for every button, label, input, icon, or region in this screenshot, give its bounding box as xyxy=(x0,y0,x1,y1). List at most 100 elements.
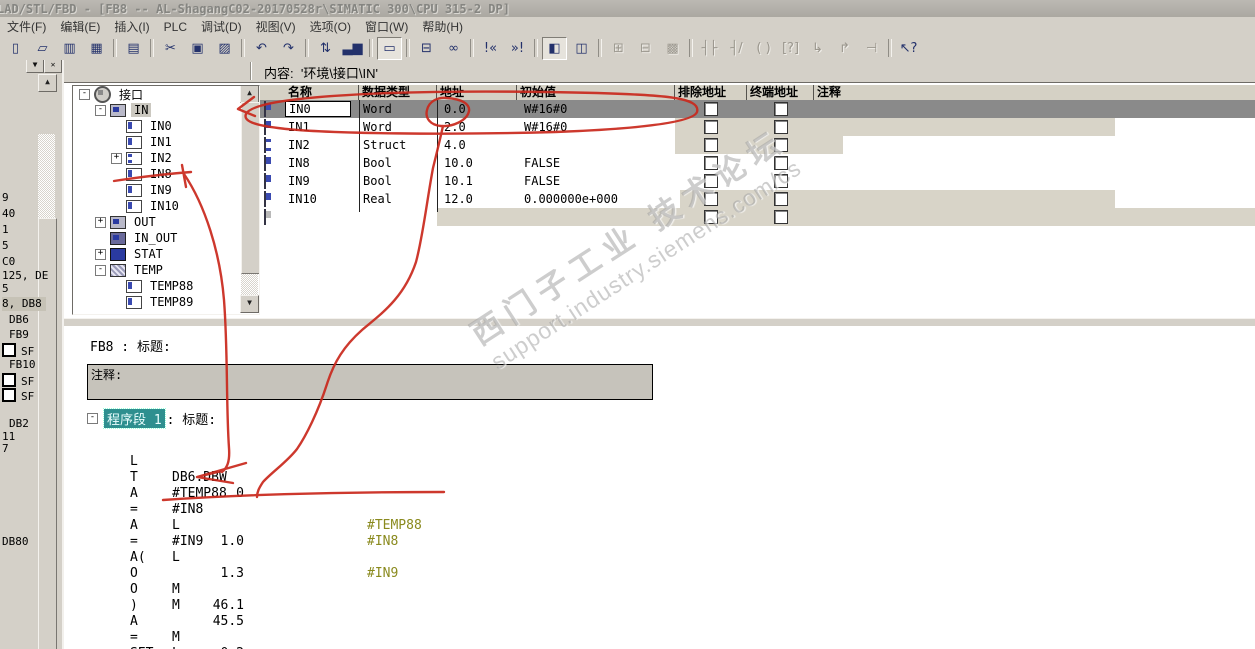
empty-box-icon[interactable]: [?] xyxy=(778,37,803,60)
cell-name[interactable]: IN1 xyxy=(285,118,359,136)
stl-code-line[interactable]: L DB6.DBW 0 xyxy=(64,438,1255,501)
menu-item[interactable]: 文件(F) xyxy=(0,17,53,36)
call-structure-icon[interactable]: ⇅ xyxy=(313,37,338,60)
stl-code-line[interactable]: A( xyxy=(64,534,1255,565)
terminal-address-checkbox[interactable] xyxy=(773,120,788,134)
menu-item[interactable]: 视图(V) xyxy=(249,17,303,36)
column-header-initial-value[interactable]: 初始值 xyxy=(517,85,675,100)
table-row[interactable]: IN2 Struct 4.0 xyxy=(260,136,1255,154)
declaration-table[interactable]: 名称 数据类型 地址 初始值 排除地址 终端地址 注释 IN0 Word 0.0 xyxy=(260,85,1255,311)
tree-expander-icon[interactable]: + xyxy=(95,248,106,260)
symbolic-representation-icon[interactable]: ▭ xyxy=(377,36,402,60)
background-scroll-up-icon[interactable]: ▲ xyxy=(38,74,57,92)
undo-icon[interactable]: ↶ xyxy=(249,37,274,60)
copy-icon[interactable]: ▣ xyxy=(185,37,210,60)
monitor-glasses-icon[interactable]: ∞ xyxy=(441,37,466,60)
help-pointer-icon[interactable]: ↖? xyxy=(896,37,921,60)
terminal-address-checkbox[interactable] xyxy=(773,138,788,152)
new-network-icon[interactable]: ⊞ xyxy=(606,37,631,60)
program-elements-icon[interactable]: ⊟ xyxy=(633,37,658,60)
cell-comment[interactable] xyxy=(814,172,1255,190)
tree-item[interactable]: IN0 xyxy=(73,118,259,134)
stl-code-line[interactable]: ) xyxy=(64,582,1255,613)
tree-expander-icon[interactable]: + xyxy=(111,152,122,164)
tree-item[interactable]: + OUT xyxy=(73,214,259,230)
cell-datatype[interactable]: Bool xyxy=(359,172,437,190)
cut-icon[interactable]: ✂ xyxy=(158,37,183,60)
table-row[interactable]: IN1 Word 2.0 W#16#0 xyxy=(260,118,1255,136)
tree-expander-icon[interactable]: - xyxy=(95,104,106,116)
cell-initial-value[interactable] xyxy=(517,208,675,226)
tree-item[interactable]: TEMP88 xyxy=(73,278,259,294)
menu-item[interactable]: 编辑(E) xyxy=(53,17,107,36)
save-icon[interactable]: ▦ xyxy=(84,37,109,60)
menu-item[interactable]: 帮助(H) xyxy=(415,17,470,36)
cell-initial-value[interactable]: FALSE xyxy=(517,154,675,172)
cell-comment[interactable] xyxy=(814,208,1255,226)
save-as-icon[interactable]: ▥ xyxy=(57,37,82,60)
stl-code-line[interactable]: O M 45.5 xyxy=(64,566,1255,629)
tree-item[interactable]: IN1 xyxy=(73,134,259,150)
symbol-information-icon[interactable]: ⊟ xyxy=(414,37,439,60)
nc-contact-icon[interactable]: ┤/ xyxy=(724,37,749,60)
cell-datatype[interactable]: Word xyxy=(359,100,437,118)
cell-initial-value[interactable]: W#16#0 xyxy=(517,118,675,136)
tree-expander-icon[interactable]: - xyxy=(79,88,90,100)
stl-code-line[interactable]: A #IN8 #IN8 xyxy=(64,470,1255,549)
tree-expander-icon[interactable]: - xyxy=(95,264,106,276)
cell-initial-value[interactable]: 0.000000e+000 xyxy=(517,190,675,208)
new-document-icon[interactable]: ▯ xyxy=(3,37,28,60)
cell-name[interactable]: IN10 xyxy=(285,190,359,208)
column-header-name[interactable]: 名称 xyxy=(285,85,359,100)
terminal-address-checkbox[interactable] xyxy=(773,156,788,170)
tree-item[interactable]: IN9 xyxy=(73,182,259,198)
table-row[interactable]: IN8 Bool 10.0 FALSE xyxy=(260,154,1255,172)
tree-item[interactable]: - TEMP xyxy=(73,262,259,278)
tree-item[interactable]: + STAT xyxy=(73,246,259,262)
column-header-comment[interactable]: 注释 xyxy=(814,85,1255,100)
table-row[interactable]: IN9 Bool 10.1 FALSE xyxy=(260,172,1255,190)
cell-datatype[interactable]: Real xyxy=(359,190,437,208)
exclude-address-checkbox[interactable] xyxy=(704,156,718,170)
cell-address[interactable]: 4.0 xyxy=(437,136,517,154)
menu-item[interactable]: 窗口(W) xyxy=(358,17,415,36)
interface-tree[interactable]: - 接口 - IN IN0 IN1 + IN2 IN8 IN9 IN10 + O… xyxy=(72,85,260,315)
tree-scroll-up-icon[interactable]: ▲ xyxy=(240,86,259,103)
exclude-address-checkbox[interactable] xyxy=(704,174,718,188)
cell-datatype[interactable]: Struct xyxy=(359,136,437,154)
cell-datatype[interactable]: Word xyxy=(359,118,437,136)
stl-code-line[interactable]: SET xyxy=(64,630,1255,649)
cell-address[interactable]: 10.0 xyxy=(437,154,517,172)
menu-item[interactable]: PLC xyxy=(157,19,194,35)
cell-comment[interactable] xyxy=(814,100,1255,118)
previous-error-icon[interactable]: !« xyxy=(478,37,503,60)
cell-name[interactable]: IN9 xyxy=(285,172,359,190)
stl-code-line[interactable]: T #TEMP88 #TEMP88 xyxy=(64,454,1255,533)
terminal-address-checkbox[interactable] xyxy=(773,174,788,188)
cell-comment[interactable] xyxy=(814,118,1255,136)
cell-address[interactable]: 10.1 xyxy=(437,172,517,190)
next-error-icon[interactable]: »! xyxy=(505,37,530,60)
stl-code-line[interactable]: O M 46.1 xyxy=(64,550,1255,613)
tree-item[interactable]: TEMP89 xyxy=(73,294,259,310)
cell-address[interactable]: 2.0 xyxy=(437,118,517,136)
paste-icon[interactable]: ▨ xyxy=(212,37,237,60)
connector-icon[interactable]: ⊣ xyxy=(859,37,884,60)
stl-code-line[interactable]: A M 0.2 xyxy=(64,598,1255,649)
exclude-address-checkbox[interactable] xyxy=(704,210,718,224)
tree-scrollbar-thumb[interactable] xyxy=(241,102,259,274)
block-overview-icon[interactable]: ▃▆ xyxy=(340,37,365,60)
tree-item[interactable]: IN10 xyxy=(73,198,259,214)
cell-initial-value[interactable]: FALSE xyxy=(517,172,675,190)
exclude-address-checkbox[interactable] xyxy=(704,102,718,116)
table-row[interactable]: IN0 Word 0.0 W#16#0 xyxy=(260,100,1255,118)
exclude-address-checkbox[interactable] xyxy=(704,120,718,134)
terminal-address-checkbox[interactable] xyxy=(773,192,788,206)
column-header-datatype[interactable]: 数据类型 xyxy=(359,85,437,100)
cell-datatype[interactable] xyxy=(359,208,437,226)
no-contact-icon[interactable]: ┤├ xyxy=(697,37,722,60)
overviews-toggle-icon[interactable]: ◧ xyxy=(542,36,567,60)
column-header-terminal-address[interactable]: 终端地址 xyxy=(747,85,814,100)
cell-datatype[interactable]: Bool xyxy=(359,154,437,172)
cell-comment[interactable] xyxy=(814,136,1255,154)
